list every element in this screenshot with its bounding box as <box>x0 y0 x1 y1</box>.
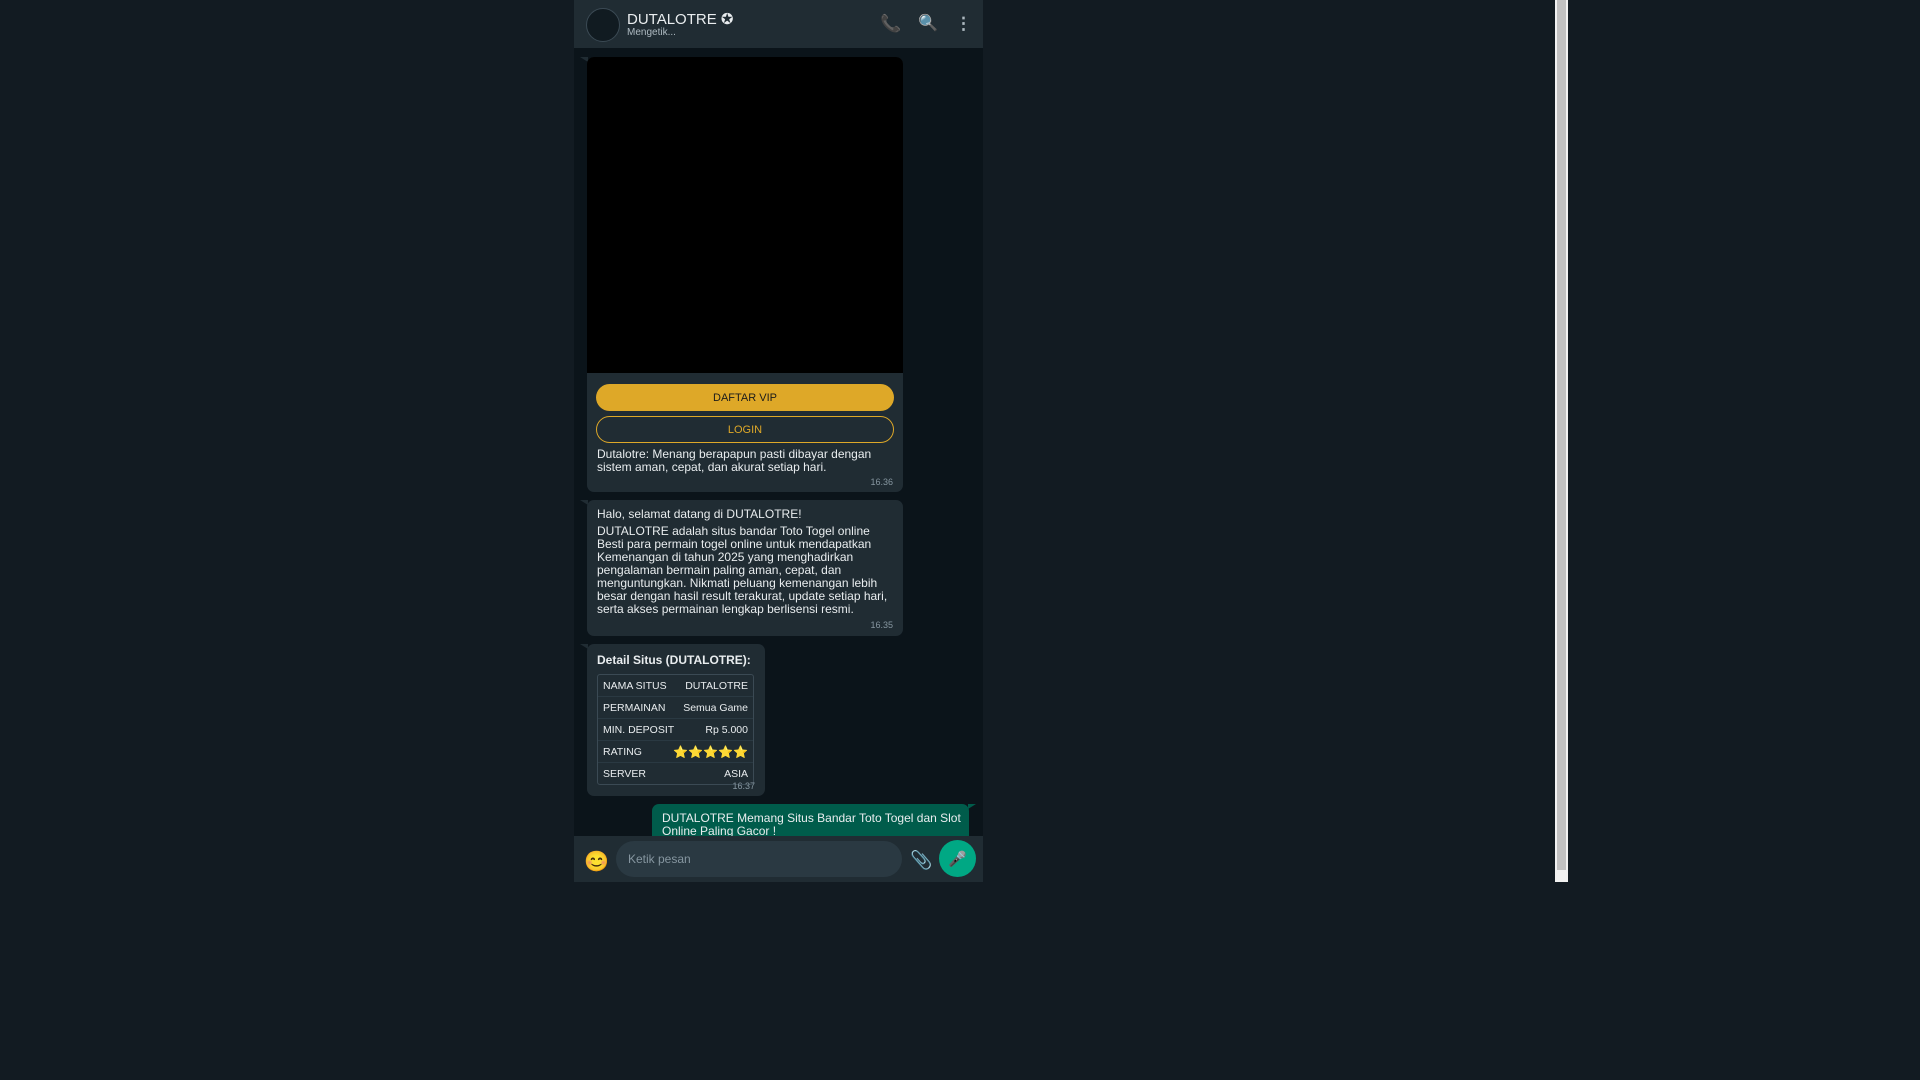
site-details-message: Detail Situs (DUTALOTRE): NAMA SITUS DUT… <box>580 644 765 796</box>
bubble-tail <box>580 644 588 649</box>
table-row: PERMAINAN Semua Game <box>598 697 753 719</box>
row-label: RATING <box>603 745 642 758</box>
welcome-greeting: Halo, selamat datang di DUTALOTRE! <box>597 507 802 521</box>
welcome-message: Halo, selamat datang di DUTALOTRE! DUTAL… <box>580 500 903 636</box>
bubble-tail <box>968 804 976 809</box>
welcome-body: DUTALOTRE adalah situs bandar Toto Togel… <box>597 524 888 616</box>
more-vertical-icon[interactable]: ⋮ <box>955 14 972 34</box>
table-row: MIN. DEPOSIT Rp 5.000 <box>598 719 753 741</box>
promo-caption: Dutalotre: Menang berapapun pasti dibaya… <box>597 447 872 474</box>
message-time: 16.37 <box>732 781 755 791</box>
attach-icon[interactable]: 📎 <box>910 850 932 871</box>
row-value: ASIA <box>724 767 748 780</box>
mic-button[interactable]: 🎤 <box>939 840 976 877</box>
message-time: 16.36 <box>870 477 893 487</box>
video-player[interactable] <box>587 57 903 373</box>
row-label: NAMA SITUS <box>603 679 667 692</box>
row-label: MIN. DEPOSIT <box>603 723 675 736</box>
page-scrollbar[interactable] <box>1555 0 1568 882</box>
message-time: 16.35 <box>870 620 893 630</box>
message-composer: 😊 📎 🎤 <box>574 836 983 882</box>
bubble-tail <box>580 500 588 505</box>
chat-window: DUTALOTRE ✪ Mengetik... 📞 🔍 ⋮ DAFTAR VIP… <box>574 0 983 882</box>
table-row: SERVER ASIA <box>598 763 753 784</box>
table-row: RATING ⭐⭐⭐⭐⭐ <box>598 741 753 763</box>
row-label: PERMAINAN <box>603 701 666 714</box>
table-row: NAMA SITUS DUTALOTRE <box>598 675 753 697</box>
promo-message: DAFTAR VIP LOGIN Dutalotre: Menang berap… <box>580 57 903 492</box>
row-value: Rp 5.000 <box>705 723 748 736</box>
rating-stars-icon: ⭐⭐⭐⭐⭐ <box>673 744 748 759</box>
chat-header: DUTALOTRE ✪ Mengetik... 📞 🔍 ⋮ <box>574 0 983 48</box>
login-button[interactable]: LOGIN <box>596 416 894 443</box>
daftar-vip-button[interactable]: DAFTAR VIP <box>596 384 894 411</box>
scrollbar-thumb[interactable] <box>1557 0 1566 870</box>
mic-icon: 🎤 <box>948 850 967 868</box>
row-value: Semua Game <box>683 701 748 714</box>
message-input[interactable] <box>616 841 902 877</box>
contact-avatar[interactable] <box>586 8 620 42</box>
row-value: DUTALOTRE <box>685 679 748 692</box>
outgoing-text: DUTALOTRE Memang Situs Bandar Toto Togel… <box>662 811 961 838</box>
contact-name[interactable]: DUTALOTRE ✪ <box>627 10 733 28</box>
row-label: SERVER <box>603 767 646 780</box>
details-title: Detail Situs (DUTALOTRE): <box>597 653 751 667</box>
typing-status: Mengetik... <box>627 27 676 38</box>
phone-icon[interactable]: 📞 <box>880 14 901 34</box>
details-table: NAMA SITUS DUTALOTRE PERMAINAN Semua Gam… <box>597 674 754 785</box>
emoji-icon[interactable]: 😊 <box>584 849 609 874</box>
search-icon[interactable]: 🔍 <box>918 14 938 34</box>
